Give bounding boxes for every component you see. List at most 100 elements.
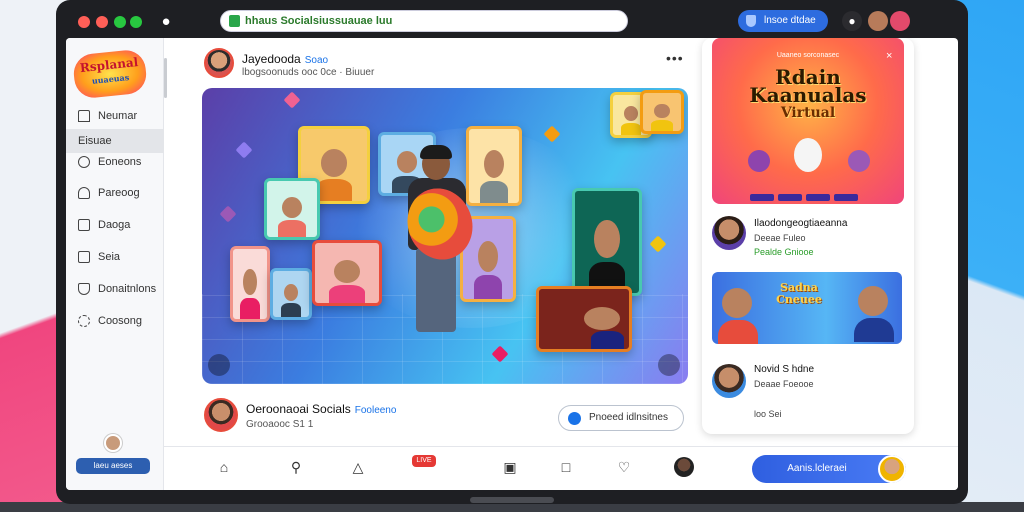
post-author-avatar[interactable] [204,48,234,78]
sidebar-item-settings[interactable]: Coosong [66,309,164,333]
sidebar-item-images[interactable]: Daoga [66,213,164,237]
promo-figure [748,150,770,172]
suggestion-avatar[interactable] [712,364,746,398]
home-icon [78,110,90,122]
media-gallery-icon[interactable] [208,354,230,376]
gem-icon [219,205,237,223]
gem-icon [649,235,667,253]
suggestion-name[interactable]: Novid S hdne [754,364,814,375]
card-face [282,196,302,218]
home-icon[interactable]: ⌂ [216,459,232,475]
shield-button[interactable]: lnsoe dtdae [738,10,828,32]
live-badge[interactable]: LIVE [412,455,436,467]
suggestion-avatar[interactable] [712,216,746,250]
sidebar-item-home[interactable]: Neumar [66,104,164,128]
bell-icon[interactable]: △ [350,459,366,475]
suggestion-tag: Pealde Gniooe [754,247,814,257]
photo-card [572,188,642,296]
promo-kicker: Uaaneo sorconasec [776,52,840,59]
maximize-window-button[interactable] [114,16,126,28]
close-window-button[interactable] [78,16,90,28]
sidebar-account-button[interactable]: laeu aeses [76,458,150,474]
profile-avatar-secondary[interactable] [890,11,910,31]
bookmark-icon [78,283,90,295]
settings-icon [78,315,90,327]
photo-card [640,90,684,134]
gem-icon [235,141,253,159]
profile-avatar[interactable] [674,457,694,477]
lock-icon [229,15,240,27]
card-face [320,149,348,177]
gem-icon [543,125,561,143]
promo-badge [778,194,802,201]
sidebar: Rsplanal uuaeuas Neumar Eisuae Eoneons P… [66,38,164,490]
thumb-body [718,320,758,344]
user-avatar[interactable] [104,434,122,452]
footer-author-avatar[interactable] [204,398,238,432]
sidebar-item-label: Neumar [98,110,138,122]
fullscreen-window-button[interactable] [130,16,142,28]
promo-badge [806,194,830,201]
card-face [623,106,639,122]
chat-icon [78,156,90,168]
footer-author[interactable]: Oeroonaoai Socials Fooleeno [246,402,396,416]
suggestion-name[interactable]: Ilaodongeogtiaeanna [754,218,847,229]
gem-icon [283,91,301,109]
primary-action-label: Aanis.lcleraei [787,463,847,474]
more-options-icon[interactable]: ••• [666,50,684,66]
message-icon[interactable]: □ [558,459,574,475]
photo-card [270,268,312,320]
card-body [474,275,502,299]
sidebar-item-label: Pareoog [98,187,140,199]
photo-card [230,246,270,322]
promo-badge [750,194,774,201]
extension-icon[interactable]: ● [842,11,862,31]
sidebar-item-pages[interactable]: Seia [66,245,164,269]
app-mascot-icon[interactable]: ● [156,12,176,32]
footer-meta: Grooaooc S1 1 [246,419,314,430]
sidebar-scrollbar[interactable] [164,58,167,98]
card-face [584,307,620,330]
square-icon [78,251,90,263]
gallery-icon[interactable]: ▣ [502,459,518,475]
sidebar-item-bookmarks[interactable]: Donaitnlons [66,277,164,301]
reaction-icon[interactable]: ♡ [616,459,632,475]
shield-button-label: lnsoe dtdae [764,15,816,26]
promo-figure [848,150,870,172]
media-view-icon[interactable] [658,354,680,376]
image-icon [78,219,90,231]
suggestion-subtitle: Deeae Fuleo [754,233,806,243]
promo-badge [834,194,858,201]
minimize-window-button[interactable] [96,16,108,28]
sidebar-item-notifications[interactable]: Pareoog [66,181,164,205]
post-author[interactable]: Jayedooda Soao [242,52,328,66]
follow-pill-button[interactable]: Pnoeed idlnsitnes [558,405,684,431]
post-meta: lbogsoonuds ooc 0ce · Biuuer [242,67,375,78]
sidebar-item-label: Seia [98,251,121,263]
card-body [315,179,353,201]
promo-banner[interactable]: Uaaneo sorconasec Rdain Kaanualas Virtua… [712,38,904,204]
cta-avatar[interactable] [878,455,906,483]
card-face [283,283,299,302]
suggestion-subtitle: Deaae Foeooe [754,379,814,389]
search-icon[interactable]: ⚲ [288,459,304,475]
promo-figure [794,138,822,172]
post-author-tag: Soao [304,55,329,66]
laptop-hinge [470,497,554,503]
card-body [591,331,624,349]
card-face [484,149,504,178]
thumb-face [722,288,752,318]
address-bar[interactable]: hhaus Socialsiussuauae luu [220,10,628,32]
sidebar-item-chat[interactable]: Eoneons [66,150,164,174]
sidebar-item-label: Coosong [98,315,143,327]
sidebar-item-label: Donaitnlons [98,283,157,295]
suggested-video-thumbnail[interactable]: Sadna Cneuee [712,272,902,344]
close-icon[interactable]: × [886,50,892,62]
card-face [243,268,257,296]
card-body [240,298,260,319]
app-logo[interactable]: Rsplanal uuaeuas [71,48,149,100]
card-body [329,285,365,303]
post-media[interactable] [202,88,688,384]
address-bar-text: hhaus Socialsiussuauae luu [245,15,393,27]
profile-avatar[interactable] [868,11,888,31]
